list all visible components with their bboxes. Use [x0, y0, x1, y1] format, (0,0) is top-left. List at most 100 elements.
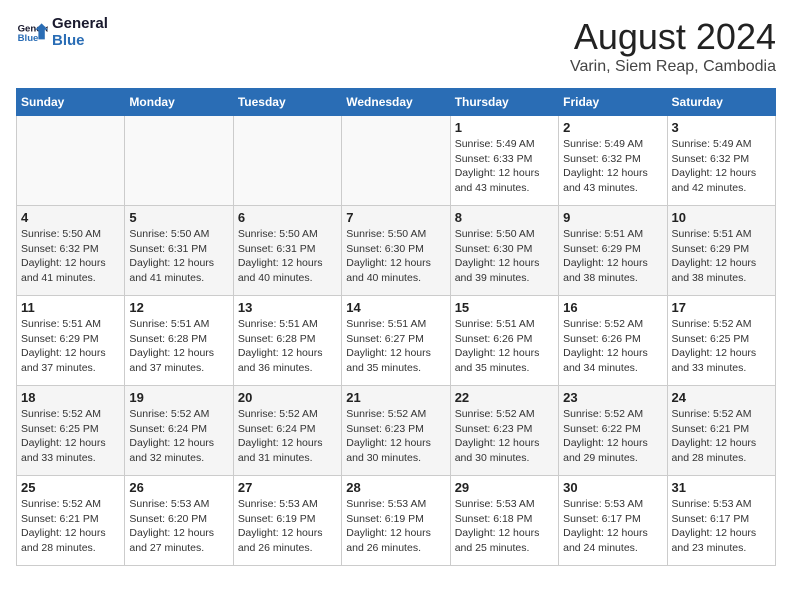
calendar-header-sunday: Sunday [17, 89, 125, 116]
calendar-header-tuesday: Tuesday [233, 89, 341, 116]
day-number: 26 [129, 480, 228, 495]
calendar-cell: 28Sunrise: 5:53 AMSunset: 6:19 PMDayligh… [342, 476, 450, 566]
calendar-cell: 19 Sunrise: 5:52 AMSunset: 6:24 PMDayligh… [125, 386, 233, 476]
day-info: Sunrise: 5:51 AMSunset: 6:26 PMDaylight:… [455, 317, 554, 376]
day-number: 2 [563, 120, 662, 135]
calendar-cell: 30Sunrise: 5:53 AMSunset: 6:17 PMDayligh… [559, 476, 667, 566]
calendar-cell: 21Sunrise: 5:52 AMSunset: 6:23 PMDayligh… [342, 386, 450, 476]
calendar-cell: 2Sunrise: 5:49 AMSunset: 6:32 PMDaylight… [559, 116, 667, 206]
day-info: Sunrise: 5:51 AMSunset: 6:29 PMDaylight:… [672, 227, 771, 286]
day-info: Sunrise: 5:49 AMSunset: 6:33 PMDaylight:… [455, 137, 554, 196]
day-number: 9 [563, 210, 662, 225]
calendar-week-row: 25Sunrise: 5:52 AMSunset: 6:21 PMDayligh… [17, 476, 776, 566]
calendar-cell: 31 Sunrise: 5:53 AMSunset: 6:17 PMDayligh… [667, 476, 775, 566]
calendar-cell: 7 Sunrise: 5:50 AMSunset: 6:30 PMDaylight… [342, 206, 450, 296]
day-number: 7 [346, 210, 445, 225]
calendar-header-saturday: Saturday [667, 89, 775, 116]
calendar-week-row: 4Sunrise: 5:50 AMSunset: 6:32 PMDaylight… [17, 206, 776, 296]
day-number: 15 [455, 300, 554, 315]
calendar-cell: 4Sunrise: 5:50 AMSunset: 6:32 PMDaylight… [17, 206, 125, 296]
calendar-cell: 20 Sunrise: 5:52 AMSunset: 6:24 PMDayligh… [233, 386, 341, 476]
day-number: 13 [238, 300, 337, 315]
day-info: Sunrise: 5:53 AMSunset: 6:17 PMDaylight:… [672, 497, 771, 556]
svg-text:Blue: Blue [18, 33, 39, 44]
day-info: Sunrise: 5:52 AMSunset: 6:24 PMDaylight:… [129, 407, 228, 466]
day-info: Sunrise: 5:52 AMSunset: 6:24 PMDaylight:… [238, 407, 337, 466]
day-info: Sunrise: 5:52 AMSunset: 6:22 PMDaylight:… [563, 407, 662, 466]
day-number: 21 [346, 390, 445, 405]
day-number: 30 [563, 480, 662, 495]
day-info: Sunrise: 5:51 AMSunset: 6:28 PMDaylight:… [129, 317, 228, 376]
calendar-cell: 6Sunrise: 5:50 AMSunset: 6:31 PMDaylight… [233, 206, 341, 296]
day-info: Sunrise: 5:50 AMSunset: 6:31 PMDaylight:… [129, 227, 228, 286]
day-number: 12 [129, 300, 228, 315]
day-number: 18 [21, 390, 120, 405]
day-number: 31 [672, 480, 771, 495]
day-info: Sunrise: 5:51 AMSunset: 6:27 PMDaylight:… [346, 317, 445, 376]
calendar-cell: 13Sunrise: 5:51 AMSunset: 6:28 PMDayligh… [233, 296, 341, 386]
calendar-cell: 15 Sunrise: 5:51 AMSunset: 6:26 PMDayligh… [450, 296, 558, 386]
day-number: 16 [563, 300, 662, 315]
day-info: Sunrise: 5:53 AMSunset: 6:20 PMDaylight:… [129, 497, 228, 556]
day-info: Sunrise: 5:53 AMSunset: 6:19 PMDaylight:… [346, 497, 445, 556]
day-number: 27 [238, 480, 337, 495]
page-header: General Blue General Blue August 2024 Va… [16, 16, 776, 76]
day-number: 4 [21, 210, 120, 225]
title-block: August 2024 Varin, Siem Reap, Cambodia [570, 16, 776, 76]
calendar-cell [342, 116, 450, 206]
calendar-cell: 11 Sunrise: 5:51 AMSunset: 6:29 PMDayligh… [17, 296, 125, 386]
calendar-header-friday: Friday [559, 89, 667, 116]
calendar-cell: 1 Sunrise: 5:49 AMSunset: 6:33 PMDaylight… [450, 116, 558, 206]
day-number: 10 [672, 210, 771, 225]
calendar-cell: 9 Sunrise: 5:51 AMSunset: 6:29 PMDaylight… [559, 206, 667, 296]
day-number: 3 [672, 120, 771, 135]
day-number: 17 [672, 300, 771, 315]
day-number: 22 [455, 390, 554, 405]
calendar-week-row: 18 Sunrise: 5:52 AMSunset: 6:25 PMDayligh… [17, 386, 776, 476]
calendar-cell: 24 Sunrise: 5:52 AMSunset: 6:21 PMDayligh… [667, 386, 775, 476]
calendar-table: SundayMondayTuesdayWednesdayThursdayFrid… [16, 88, 776, 566]
calendar-cell [17, 116, 125, 206]
day-info: Sunrise: 5:52 AMSunset: 6:25 PMDaylight:… [21, 407, 120, 466]
calendar-cell: 5Sunrise: 5:50 AMSunset: 6:31 PMDaylight… [125, 206, 233, 296]
calendar-cell [233, 116, 341, 206]
day-number: 19 [129, 390, 228, 405]
location-title: Varin, Siem Reap, Cambodia [570, 58, 776, 76]
day-number: 14 [346, 300, 445, 315]
day-info: Sunrise: 5:51 AMSunset: 6:29 PMDaylight:… [21, 317, 120, 376]
calendar-cell: 18 Sunrise: 5:52 AMSunset: 6:25 PMDayligh… [17, 386, 125, 476]
calendar-cell: 22Sunrise: 5:52 AMSunset: 6:23 PMDayligh… [450, 386, 558, 476]
calendar-cell: 3 Sunrise: 5:49 AMSunset: 6:32 PMDaylight… [667, 116, 775, 206]
calendar-week-row: 11 Sunrise: 5:51 AMSunset: 6:29 PMDayligh… [17, 296, 776, 386]
day-info: Sunrise: 5:50 AMSunset: 6:31 PMDaylight:… [238, 227, 337, 286]
calendar-cell: 29 Sunrise: 5:53 AMSunset: 6:18 PMDayligh… [450, 476, 558, 566]
logo-icon: General Blue [16, 17, 48, 49]
calendar-cell: 8Sunrise: 5:50 AMSunset: 6:30 PMDaylight… [450, 206, 558, 296]
logo: General Blue General Blue [16, 16, 108, 49]
calendar-cell: 16 Sunrise: 5:52 AMSunset: 6:26 PMDayligh… [559, 296, 667, 386]
day-info: Sunrise: 5:52 AMSunset: 6:26 PMDaylight:… [563, 317, 662, 376]
day-number: 11 [21, 300, 120, 315]
calendar-cell [125, 116, 233, 206]
day-number: 23 [563, 390, 662, 405]
day-info: Sunrise: 5:52 AMSunset: 6:25 PMDaylight:… [672, 317, 771, 376]
day-number: 20 [238, 390, 337, 405]
calendar-header-row: SundayMondayTuesdayWednesdayThursdayFrid… [17, 89, 776, 116]
calendar-cell: 10 Sunrise: 5:51 AMSunset: 6:29 PMDayligh… [667, 206, 775, 296]
month-title: August 2024 [570, 16, 776, 58]
day-number: 24 [672, 390, 771, 405]
calendar-header-wednesday: Wednesday [342, 89, 450, 116]
calendar-cell: 25Sunrise: 5:52 AMSunset: 6:21 PMDayligh… [17, 476, 125, 566]
day-info: Sunrise: 5:50 AMSunset: 6:30 PMDaylight:… [346, 227, 445, 286]
day-info: Sunrise: 5:53 AMSunset: 6:18 PMDaylight:… [455, 497, 554, 556]
calendar-header-thursday: Thursday [450, 89, 558, 116]
day-number: 29 [455, 480, 554, 495]
day-info: Sunrise: 5:49 AMSunset: 6:32 PMDaylight:… [672, 137, 771, 196]
day-info: Sunrise: 5:51 AMSunset: 6:29 PMDaylight:… [563, 227, 662, 286]
calendar-cell: 27Sunrise: 5:53 AMSunset: 6:19 PMDayligh… [233, 476, 341, 566]
day-number: 25 [21, 480, 120, 495]
day-number: 1 [455, 120, 554, 135]
calendar-week-row: 1 Sunrise: 5:49 AMSunset: 6:33 PMDaylight… [17, 116, 776, 206]
day-info: Sunrise: 5:52 AMSunset: 6:21 PMDaylight:… [672, 407, 771, 466]
calendar-cell: 12 Sunrise: 5:51 AMSunset: 6:28 PMDayligh… [125, 296, 233, 386]
